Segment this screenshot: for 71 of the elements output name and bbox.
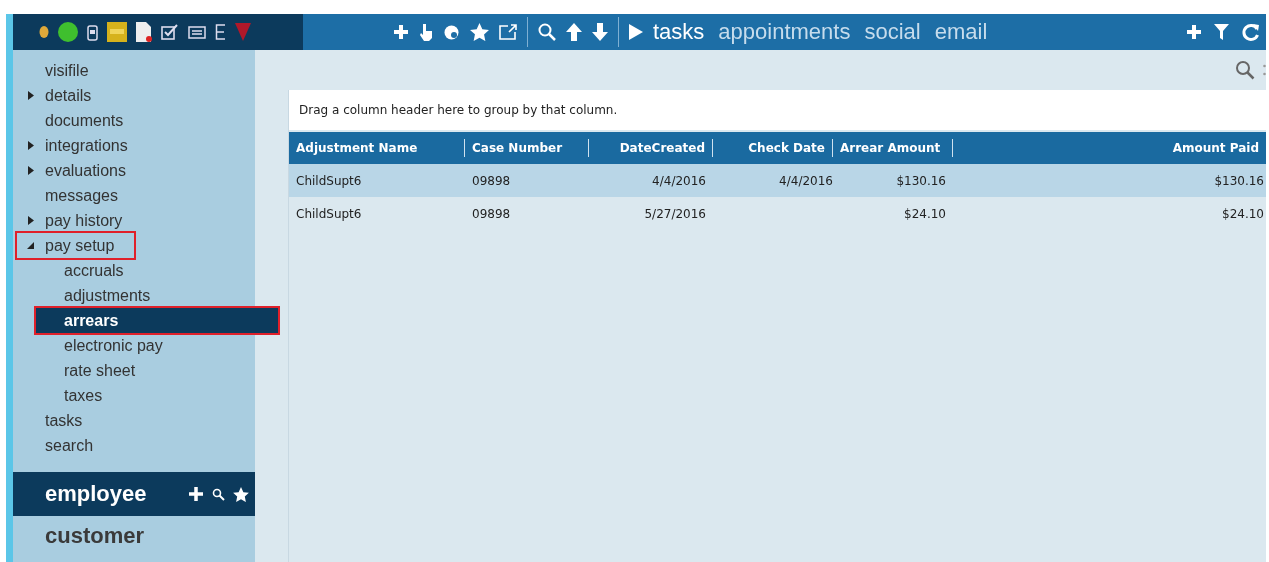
clipboard-icon[interactable] bbox=[87, 23, 98, 41]
nav-subitem[interactable]: taxes bbox=[13, 383, 103, 408]
search-icon[interactable] bbox=[538, 23, 556, 41]
nav-item[interactable]: documents bbox=[13, 108, 124, 133]
column-header[interactable]: Arrear Amount bbox=[833, 139, 953, 157]
table-row[interactable]: ChildSupt6 09898 5/27/2016 $24.10 $24.10 bbox=[289, 197, 1266, 230]
circle-icon[interactable] bbox=[58, 22, 78, 42]
nav-item[interactable]: integrations bbox=[13, 133, 128, 158]
refresh-icon[interactable] bbox=[1241, 22, 1260, 42]
letter-e-icon[interactable] bbox=[215, 24, 226, 40]
tab[interactable]: email bbox=[934, 19, 988, 45]
card-icon[interactable] bbox=[188, 25, 206, 39]
nav-item[interactable]: evaluations bbox=[13, 158, 126, 183]
table-cell: $130.16 bbox=[896, 173, 946, 188]
table-cell: $130.16 bbox=[1214, 173, 1264, 188]
nav-subitem[interactable]: arrears bbox=[36, 308, 278, 333]
nav-item[interactable]: pay history bbox=[13, 208, 123, 233]
table-cell: $24.10 bbox=[904, 206, 946, 221]
table-cell: 4/4/2016 bbox=[652, 173, 706, 188]
table-cell: ChildSupt6 bbox=[296, 173, 362, 188]
plus-icon[interactable] bbox=[1186, 24, 1202, 40]
search-icon[interactable] bbox=[212, 487, 225, 501]
nav-item[interactable]: messages bbox=[13, 183, 118, 208]
module-label: customer bbox=[45, 523, 145, 549]
expand-arrow-icon[interactable] bbox=[27, 166, 35, 175]
star-icon[interactable] bbox=[233, 486, 249, 502]
nav-item[interactable]: details bbox=[13, 83, 92, 108]
nav-item[interactable]: pay setup bbox=[17, 233, 135, 258]
module-tab[interactable]: customer bbox=[13, 516, 255, 556]
checkbox-icon[interactable] bbox=[161, 24, 179, 40]
collapse-arrow-icon[interactable] bbox=[27, 241, 35, 250]
plus-icon[interactable] bbox=[393, 24, 409, 40]
table-cell: $24.10 bbox=[1222, 206, 1264, 221]
nav-item[interactable]: tasks bbox=[13, 408, 83, 433]
nav-item[interactable]: visifile bbox=[13, 58, 89, 83]
table-cell: 09898 bbox=[472, 173, 511, 188]
column-header[interactable]: Adjustment Name bbox=[289, 139, 465, 157]
tab[interactable]: appointments bbox=[718, 19, 851, 45]
hand-icon[interactable] bbox=[419, 23, 433, 41]
nav-subitem[interactable]: adjustments bbox=[13, 283, 151, 308]
play-icon[interactable] bbox=[629, 24, 643, 40]
module-tab[interactable]: employee bbox=[13, 472, 255, 516]
nav-subitem[interactable]: rate sheet bbox=[13, 358, 136, 383]
tab[interactable]: social bbox=[864, 19, 921, 45]
table-cell: 4/4/2016 bbox=[779, 173, 833, 188]
document-icon[interactable] bbox=[136, 22, 152, 42]
export-icon[interactable] bbox=[499, 24, 517, 40]
expand-arrow-icon[interactable] bbox=[27, 91, 35, 100]
filter-icon[interactable] bbox=[1214, 24, 1229, 40]
plus-icon[interactable] bbox=[188, 486, 204, 502]
table-cell: 09898 bbox=[472, 206, 511, 221]
table-cell: ChildSupt6 bbox=[296, 206, 362, 221]
arrow-up-icon[interactable] bbox=[566, 23, 582, 41]
group-hint: Drag a column header here to group by that column. bbox=[299, 103, 618, 117]
selected-row[interactable]: ChildSupt6 09898 4/4/2016 4/4/2016 $130.16 $130.16 bbox=[289, 164, 1266, 197]
nav-subitem[interactable]: accruals bbox=[13, 258, 124, 283]
column-header[interactable]: Amount Paid bbox=[953, 139, 1266, 157]
expand-arrow-icon[interactable] bbox=[27, 216, 35, 225]
star-icon[interactable] bbox=[470, 23, 489, 41]
column-header[interactable]: DateCreated bbox=[589, 139, 713, 157]
tab[interactable]: tasks bbox=[653, 19, 705, 45]
nav-subitem[interactable]: electronic pay bbox=[13, 333, 163, 358]
table-cell: 5/27/2016 bbox=[644, 206, 706, 221]
column-header[interactable]: Check Date bbox=[713, 139, 833, 157]
tile-icon[interactable] bbox=[107, 22, 127, 42]
expand-arrow-icon[interactable] bbox=[27, 141, 35, 150]
nav-item[interactable]: search bbox=[13, 433, 94, 458]
arrow-down-icon[interactable] bbox=[592, 23, 608, 41]
column-header[interactable]: Case Number bbox=[465, 139, 589, 157]
module-label: employee bbox=[45, 481, 147, 507]
coin-icon[interactable] bbox=[39, 25, 49, 39]
